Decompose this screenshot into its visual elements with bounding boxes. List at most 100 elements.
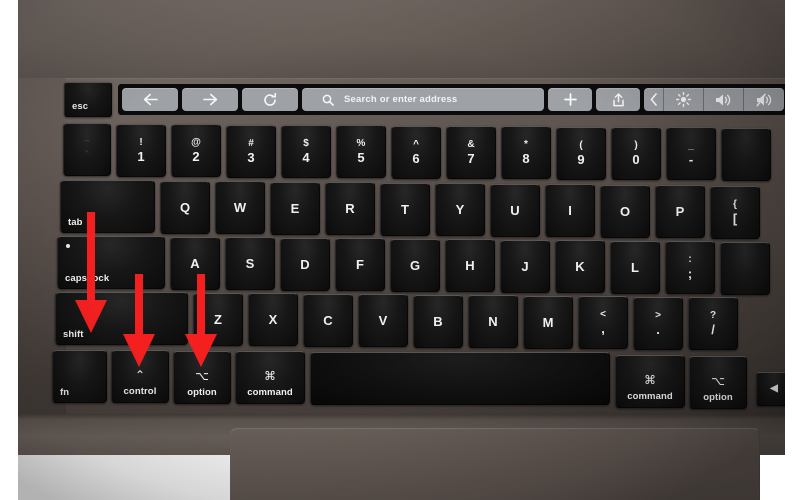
key-tilde[interactable]: ~ `: [63, 123, 111, 176]
key-5-base: 5: [357, 150, 365, 165]
key-8-shift: *: [524, 139, 528, 150]
key-s-label: S: [245, 256, 255, 271]
key-0[interactable]: ) 0: [611, 127, 661, 180]
key-2[interactable]: @ 2: [171, 124, 221, 177]
touchbar-address-text: Search or enter address: [344, 94, 458, 105]
key-h[interactable]: H: [445, 239, 495, 292]
key-s[interactable]: S: [225, 237, 275, 290]
key-period[interactable]: > .: [633, 297, 683, 350]
photo-margin-left: [0, 0, 18, 500]
touchbar-expand-button[interactable]: [644, 88, 664, 111]
key-4[interactable]: $ 4: [281, 125, 331, 178]
key-command-right[interactable]: ⌘ command: [615, 355, 685, 408]
trackpad[interactable]: [230, 428, 760, 500]
key-equals[interactable]: [721, 128, 771, 181]
key-t[interactable]: T: [380, 183, 430, 236]
key-1[interactable]: ! 1: [116, 124, 166, 177]
key-y-label: Y: [455, 202, 465, 217]
key-4-base: 4: [302, 150, 310, 165]
key-6-base: 6: [412, 151, 420, 166]
key-d[interactable]: D: [280, 238, 330, 291]
key-w-label: W: [233, 200, 247, 215]
key-b[interactable]: B: [413, 295, 463, 348]
key-fn[interactable]: fn: [52, 350, 107, 403]
key-m[interactable]: M: [523, 296, 573, 349]
key-semicolon[interactable]: : ;: [665, 241, 715, 294]
key-tilde-shift: ~: [84, 136, 90, 147]
touchbar-address-field[interactable]: Search or enter address: [302, 88, 544, 111]
key-space[interactable]: [310, 352, 610, 405]
touchbar-brightness-button[interactable]: [664, 88, 704, 111]
key-o-label: O: [619, 204, 631, 219]
arrow-left-key-icon: ◀: [770, 383, 778, 394]
key-j[interactable]: J: [500, 240, 550, 293]
key-p[interactable]: P: [655, 185, 705, 238]
key-x-label: X: [268, 312, 278, 327]
key-8[interactable]: * 8: [501, 126, 551, 179]
key-minus[interactable]: _ -: [666, 127, 716, 180]
key-period-base: .: [656, 322, 660, 337]
key-slash[interactable]: ? /: [688, 297, 738, 350]
key-option-right-label: option: [703, 392, 733, 403]
key-3[interactable]: # 3: [226, 125, 276, 178]
key-v[interactable]: V: [358, 294, 408, 347]
key-c[interactable]: C: [303, 294, 353, 347]
key-fn-label: fn: [60, 386, 70, 398]
key-command-left[interactable]: ⌘ command: [235, 351, 305, 404]
key-e[interactable]: E: [270, 182, 320, 235]
key-k-label: K: [575, 259, 585, 274]
arrow-to-option: [182, 274, 220, 368]
key-6[interactable]: ^ 6: [391, 126, 441, 179]
key-w[interactable]: W: [215, 181, 265, 234]
key-q-label: Q: [179, 200, 191, 215]
key-f-label: F: [356, 257, 364, 272]
plus-icon: [563, 93, 577, 106]
touchbar-volume-button[interactable]: [704, 88, 744, 111]
key-f[interactable]: F: [335, 238, 385, 291]
touchbar-control-strip[interactable]: [644, 88, 784, 111]
key-u[interactable]: U: [490, 184, 540, 237]
key-quote[interactable]: [720, 242, 770, 295]
key-0-base: 0: [632, 152, 640, 167]
key-3-base: 3: [247, 150, 255, 165]
key-9-base: 9: [577, 152, 585, 167]
touchbar-new-tab-button[interactable]: [548, 88, 592, 111]
key-comma[interactable]: < ,: [578, 296, 628, 349]
key-b-label: B: [433, 314, 443, 329]
key-j-label: J: [521, 259, 529, 274]
touchbar-mute-button[interactable]: [744, 88, 784, 111]
key-1-base: 1: [137, 149, 145, 164]
key-o[interactable]: O: [600, 185, 650, 238]
key-2-shift: @: [191, 137, 201, 148]
key-y[interactable]: Y: [435, 183, 485, 236]
key-option-right[interactable]: ⌥ option: [689, 356, 747, 409]
key-n[interactable]: N: [468, 295, 518, 348]
touchbar-forward-button[interactable]: [182, 88, 238, 111]
key-i[interactable]: I: [545, 184, 595, 237]
photo-margin-right: [785, 0, 800, 500]
keyboard-photo: esc Search or enter address ~ ` ! 1 @ 2 …: [0, 0, 800, 500]
key-l[interactable]: L: [610, 241, 660, 294]
touchbar-reload-button[interactable]: [242, 88, 298, 111]
touchbar-back-button[interactable]: [122, 88, 178, 111]
touch-bar[interactable]: Search or enter address: [118, 84, 788, 115]
key-7[interactable]: & 7: [446, 126, 496, 179]
key-esc[interactable]: esc: [64, 82, 112, 117]
key-control-label: control: [123, 386, 157, 397]
key-bracket-left[interactable]: { [: [710, 186, 760, 239]
key-g[interactable]: G: [390, 239, 440, 292]
key-0-shift: ): [634, 140, 638, 151]
key-x[interactable]: X: [248, 293, 298, 346]
key-h-label: H: [465, 258, 475, 273]
touchbar-share-button[interactable]: [596, 88, 640, 111]
key-3-shift: #: [248, 138, 254, 149]
key-9[interactable]: ( 9: [556, 127, 606, 180]
key-r[interactable]: R: [325, 182, 375, 235]
key-t-label: T: [401, 202, 409, 217]
key-q[interactable]: Q: [160, 181, 210, 234]
key-k[interactable]: K: [555, 240, 605, 293]
key-tilde-base: `: [84, 148, 90, 163]
key-5[interactable]: % 5: [336, 125, 386, 178]
refresh-icon: [263, 92, 277, 107]
key-bracket-base: [: [732, 211, 738, 226]
